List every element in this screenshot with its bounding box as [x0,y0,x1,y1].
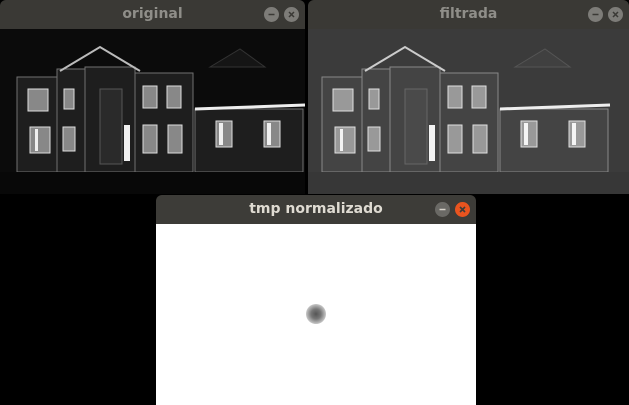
window-title: tmp normalizado [249,201,383,217]
close-icon[interactable] [455,202,470,217]
image-tmp-normalizado [156,224,476,405]
titlebar-original[interactable]: original [0,0,305,29]
house-image-filtered [308,29,629,194]
window-title: original [122,6,183,22]
image-original [0,29,305,194]
window-title: filtrada [439,6,498,22]
minimize-icon[interactable] [588,7,603,22]
house-image [0,29,305,194]
minimize-icon[interactable] [435,202,450,217]
close-icon[interactable] [608,7,623,22]
titlebar-filtrada[interactable]: filtrada [308,0,629,29]
window-tmp-normalizado: tmp normalizado [156,195,476,405]
minimize-icon[interactable] [264,7,279,22]
window-filtrada: filtrada [308,0,629,194]
window-original: original [0,0,305,194]
titlebar-tmp-normalizado[interactable]: tmp normalizado [156,195,476,224]
gaussian-blob [306,304,326,324]
close-icon[interactable] [284,7,299,22]
image-filtrada [308,29,629,194]
